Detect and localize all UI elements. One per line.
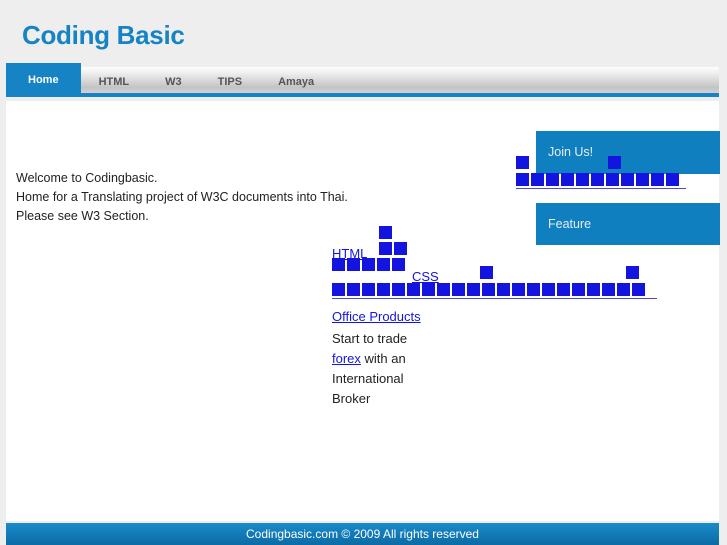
glyph-block (362, 258, 375, 271)
trade-line-4: Broker (332, 391, 371, 406)
nav-item-amaya[interactable]: Amaya (260, 67, 332, 97)
nav-item-home[interactable]: Home (6, 63, 81, 97)
glyph-block (362, 283, 375, 296)
glyph-block (379, 242, 392, 255)
glyph-block (576, 173, 589, 186)
join-us-box[interactable]: Join Us! (536, 131, 720, 174)
main-navigation-bar: Home HTML W3 TIPS Amaya (6, 63, 719, 97)
welcome-text: Welcome to Codingbasic. Home for a Trans… (16, 169, 348, 226)
content-area: Welcome to Codingbasic. Home for a Trans… (6, 101, 720, 521)
glyph-link-row-long[interactable] (332, 283, 657, 299)
glyph-block (542, 283, 555, 296)
glyph-block (467, 283, 480, 296)
footer-text: Codingbasic.com © 2009 All rights reserv… (246, 527, 479, 541)
site-logo[interactable]: Coding Basic (22, 20, 185, 51)
glyph-block (422, 283, 435, 296)
welcome-line-1: Welcome to Codingbasic. (16, 171, 158, 185)
glyph-block (602, 283, 615, 296)
welcome-line-3: Please see W3 Section. (16, 209, 149, 223)
glyph-block (531, 173, 544, 186)
glyph-block-row-joinus-inner (608, 156, 623, 169)
nav-item-w3[interactable]: W3 (147, 67, 200, 97)
glyph-block (512, 283, 525, 296)
trade-paragraph: Start to trade forex with an Internation… (332, 329, 407, 409)
glyph-block (379, 226, 392, 239)
nav-item-tips[interactable]: TIPS (200, 67, 260, 97)
glyph-block (392, 258, 405, 271)
glyph-block-row-css-far (626, 266, 641, 279)
glyph-block (632, 283, 645, 296)
site-header: Coding Basic (0, 0, 727, 62)
feature-label: Feature (548, 217, 592, 231)
glyph-block (608, 156, 621, 169)
nav-item-tips-label: TIPS (217, 76, 243, 88)
glyph-block (332, 283, 345, 296)
glyph-block (621, 173, 634, 186)
glyph-block (617, 283, 630, 296)
join-us-label: Join Us! (548, 145, 594, 159)
glyph-block (407, 283, 420, 296)
glyph-block-row-joinus-left (516, 156, 531, 169)
glyph-block (497, 283, 510, 296)
glyph-block-row-top (379, 226, 394, 239)
nav-item-amaya-label: Amaya (278, 76, 315, 88)
glyph-block (377, 283, 390, 296)
glyph-block (626, 266, 639, 279)
glyph-block (392, 283, 405, 296)
glyph-block (561, 173, 574, 186)
glyph-block (666, 173, 679, 186)
glyph-block (437, 283, 450, 296)
glyph-block (516, 173, 529, 186)
glyph-link-row-joinus[interactable] (516, 173, 686, 189)
link-office-products[interactable]: Office Products (332, 309, 421, 324)
glyph-block (546, 173, 559, 186)
glyph-block (606, 173, 619, 186)
glyph-block (557, 283, 570, 296)
trade-line-3: International (332, 371, 404, 386)
trade-line-2: forex with an (332, 349, 407, 369)
glyph-block (527, 283, 540, 296)
glyph-block (347, 283, 360, 296)
glyph-block (636, 173, 649, 186)
nav-item-home-label: Home (28, 74, 59, 86)
glyph-block (587, 283, 600, 296)
link-css[interactable]: CSS (412, 269, 439, 284)
glyph-block (377, 258, 390, 271)
feature-box[interactable]: Feature (536, 203, 720, 245)
nav-item-html-label: HTML (98, 76, 130, 88)
glyph-block (516, 156, 529, 169)
glyph-block (591, 173, 604, 186)
link-forex[interactable]: forex (332, 351, 361, 366)
glyph-block (394, 242, 407, 255)
nav-item-html[interactable]: HTML (81, 67, 148, 97)
glyph-block (572, 283, 585, 296)
trade-line-2-tail: with an (360, 351, 406, 366)
glyph-block (452, 283, 465, 296)
site-footer: Codingbasic.com © 2009 All rights reserv… (6, 523, 719, 545)
glyph-block-row-html-right (379, 242, 409, 255)
nav-item-w3-label: W3 (165, 76, 182, 88)
glyph-block (482, 283, 495, 296)
glyph-block-row-html-below[interactable] (332, 258, 407, 271)
glyph-block (480, 266, 493, 279)
glyph-block (332, 258, 345, 271)
nav-list: Home HTML W3 TIPS Amaya (6, 63, 332, 97)
page-root: Coding Basic Home HTML W3 TIPS Amaya Wel… (0, 0, 727, 545)
glyph-block (347, 258, 360, 271)
trade-line-1: Start to trade (332, 331, 408, 346)
welcome-line-2: Home for a Translating project of W3C do… (16, 190, 348, 204)
glyph-block (651, 173, 664, 186)
glyph-block-row-css-mid (480, 266, 495, 279)
